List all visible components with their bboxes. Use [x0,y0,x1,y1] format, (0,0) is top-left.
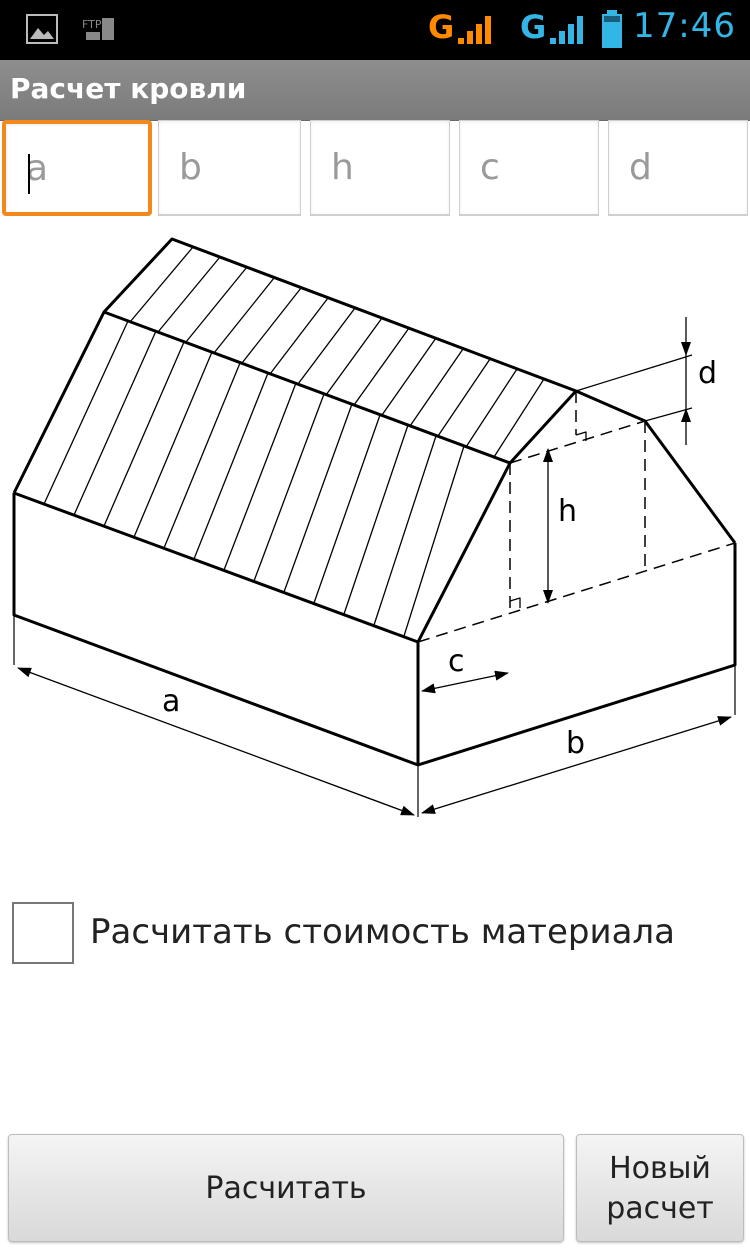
signal-icon [550,16,583,44]
ftp-icon: FTP [82,18,114,40]
battery-icon [602,10,622,48]
new-calculation-label-line1: Новый [609,1151,711,1186]
new-calculation-button[interactable]: Новый расчет [576,1134,744,1242]
label-a: a [162,684,180,719]
input-c-field[interactable] [459,120,599,216]
app-title: Расчет кровли [10,72,247,105]
calculate-cost-checkbox[interactable] [12,902,74,964]
label-d: d [698,356,717,391]
input-h-field[interactable] [310,120,450,216]
roof-hatching [43,246,545,637]
clock: 17:46 [633,6,736,46]
input-b[interactable] [159,121,300,214]
label-b: b [566,726,585,761]
calculate-cost-option[interactable]: Расчитать стоимость материала [12,902,732,968]
input-c[interactable] [460,121,598,214]
action-bar: Расчет кровли [0,60,750,121]
new-calculation-label-line2: расчет [606,1191,714,1226]
calculate-cost-label: Расчитать стоимость материала [90,912,675,952]
signal-icon [458,16,491,44]
gallery-icon [26,14,58,44]
input-b-field[interactable] [158,120,301,216]
network-type-1: G [428,8,455,46]
roof-diagram: a b c h d [12,237,737,817]
input-d[interactable] [609,121,747,214]
label-h: h [558,494,577,529]
input-d-field[interactable] [608,120,748,216]
calculate-button[interactable]: Расчитать [8,1134,564,1242]
network-type-2: G [520,8,547,46]
status-bar: FTP G G 17:46 [0,0,750,60]
dimension-inputs [0,120,750,220]
text-caret [28,154,30,194]
input-a-field[interactable] [2,120,152,216]
svg-text:FTP: FTP [82,18,102,31]
roof-outline [12,237,737,544]
input-h[interactable] [311,121,449,214]
label-c: c [448,644,465,679]
